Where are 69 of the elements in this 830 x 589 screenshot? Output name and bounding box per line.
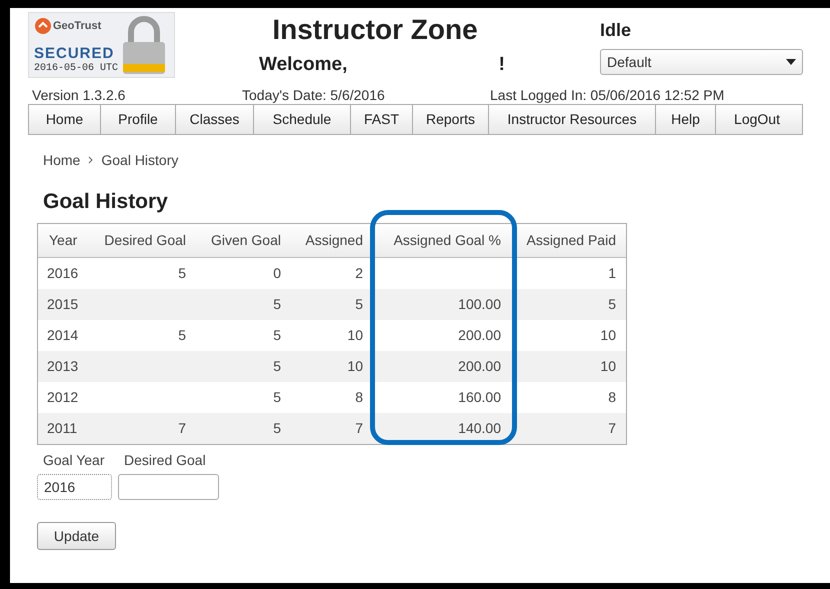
table-cell-text: 200.00 xyxy=(457,326,502,345)
table-cell-text: 5 xyxy=(177,264,187,283)
date-text: Today's Date: 5/6/2016 xyxy=(242,86,386,104)
app-title: Instructor Zone xyxy=(272,13,478,47)
table-cell-text: 2014 xyxy=(46,326,80,345)
nav-link[interactable]: Help xyxy=(656,104,716,134)
table-cell-text: 160.00 xyxy=(457,388,502,407)
breadcrumb-link[interactable]: Home xyxy=(43,150,80,170)
nav-link[interactable]: FAST xyxy=(351,104,413,134)
caret-icon xyxy=(786,59,796,65)
welcome-text: Welcome, xyxy=(259,53,348,77)
table-cell-text: 5 xyxy=(272,326,282,345)
table-cell-text: 8 xyxy=(354,388,364,407)
table-cell-text: 2013 xyxy=(46,357,80,376)
table-cell-text: 8 xyxy=(607,388,617,407)
input-field[interactable]: 2016 xyxy=(37,474,112,500)
update-button[interactable]: Update xyxy=(37,522,116,550)
table-cell-text: 10 xyxy=(599,326,617,345)
field-label: Desired Goal xyxy=(123,451,207,469)
nav-link[interactable]: Reports xyxy=(413,104,489,134)
table-cell-text: 1 xyxy=(607,264,617,283)
dropdown[interactable]: Default xyxy=(600,49,803,75)
table-cell-text: 2012 xyxy=(46,388,80,407)
nav-link[interactable]: Instructor Resources xyxy=(489,104,656,134)
table-cell-text: 7 xyxy=(607,419,617,438)
table-cell-text: 7 xyxy=(354,419,364,438)
nav-link[interactable]: Home xyxy=(29,104,101,134)
column-header: Assigned Goal % xyxy=(392,231,502,250)
table-cell-text: 100.00 xyxy=(457,295,502,314)
table-cell-text: 2 xyxy=(354,264,364,283)
table-cell-text: 2016 xyxy=(46,264,80,283)
nav-link[interactable]: Profile xyxy=(101,104,176,134)
version-text: Version 1.3.2.6 xyxy=(32,86,126,104)
table-cell-text: 10 xyxy=(599,357,617,376)
nav-link[interactable]: LogOut xyxy=(716,104,798,134)
table-cell-text: 0 xyxy=(272,264,282,283)
column-header: Given Goal xyxy=(210,231,282,250)
welcome-end-text: ! xyxy=(498,53,505,77)
table-cell-text: 10 xyxy=(346,326,364,345)
nav-link[interactable]: Classes xyxy=(176,104,254,134)
table-cell-text: 5 xyxy=(272,295,282,314)
breadcrumb-link[interactable]: Goal History xyxy=(101,150,178,170)
table-cell-text: 5 xyxy=(607,295,617,314)
last-login-text: Last Logged In: 05/06/2016 12:52 PM xyxy=(490,86,724,104)
brand-icon xyxy=(35,18,51,34)
column-header: Year xyxy=(48,231,78,250)
table-cell-text: 2011 xyxy=(46,419,78,438)
column-header: Assigned xyxy=(304,231,364,250)
seal-date: 2016-05-06 UTC xyxy=(34,63,118,75)
field-label: Goal Year xyxy=(42,451,106,469)
table-cell-text: 5 xyxy=(272,419,282,438)
nav-link[interactable]: Schedule xyxy=(254,104,351,134)
table-cell-text: 200.00 xyxy=(457,357,502,376)
input-field[interactable] xyxy=(118,474,219,500)
column-header: Desired Goal xyxy=(103,231,187,250)
table-cell-text: 7 xyxy=(177,419,187,438)
column-header: Assigned Paid xyxy=(525,231,617,250)
table-cell-text: 5 xyxy=(272,357,282,376)
table-cell-text: 5 xyxy=(272,388,282,407)
brand-text: GeoTrust xyxy=(53,19,102,34)
table-cell-text: 10 xyxy=(346,357,364,376)
table-cell-text: 5 xyxy=(177,326,187,345)
chevron-icon xyxy=(88,156,94,164)
table-cell-text: 5 xyxy=(354,295,364,314)
table-cell-text: 140.00 xyxy=(457,419,502,438)
page-heading: Goal History xyxy=(42,188,169,214)
table-cell-text: 2015 xyxy=(46,295,80,314)
status-text: Idle xyxy=(600,19,632,42)
seal-label: SECURED xyxy=(34,46,114,62)
